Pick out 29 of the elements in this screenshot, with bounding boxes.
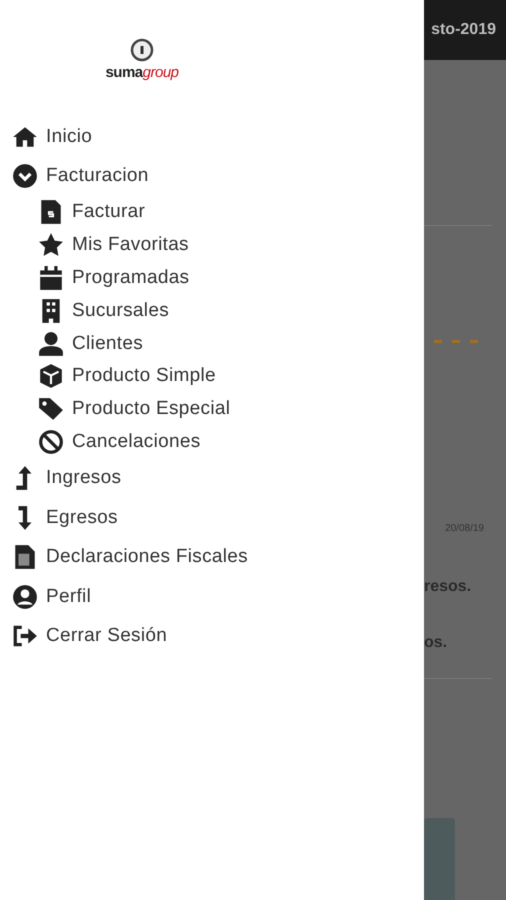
menu-item[interactable]: Inicio: [0, 117, 424, 156]
menu-item[interactable]: Perfil: [0, 576, 424, 616]
menu-item[interactable]: Ingresos: [0, 458, 424, 498]
submenu-item[interactable]: Sucursales: [0, 294, 424, 328]
box-icon: [38, 363, 64, 390]
tag-icon: [38, 396, 64, 422]
submenu-item[interactable]: Clientes: [0, 327, 424, 360]
sign-out-icon: [12, 623, 38, 650]
body-text: resos.: [424, 578, 472, 596]
brand-logo: sumagroup: [105, 64, 179, 81]
user-circle-icon: [12, 584, 38, 610]
submenu-item[interactable]: Programadas: [0, 262, 424, 294]
submenu-item[interactable]: Producto Especial: [0, 392, 424, 426]
calendar-icon: [38, 264, 64, 291]
star-icon: [38, 232, 64, 258]
submenu-item[interactable]: Cancelaciones: [0, 426, 424, 458]
menu-item[interactable]: Cerrar Sesión: [0, 616, 424, 656]
submenu-item[interactable]: Mis Favoritas: [0, 228, 424, 262]
chevron-down-circle-icon: [12, 163, 38, 190]
body-text: os.: [424, 634, 448, 652]
menu-item[interactable]: Declaraciones Fiscales: [0, 537, 424, 577]
menu-item[interactable]: Egresos: [0, 498, 424, 538]
submenu-item[interactable]: Facturar: [0, 196, 424, 229]
logo-icon: [130, 38, 154, 62]
submenu-item[interactable]: Producto Simple: [0, 360, 424, 393]
ban-icon: [38, 428, 64, 455]
menu-group[interactable]: Facturacion: [0, 156, 424, 196]
header-title: sto-2019: [431, 21, 496, 39]
person-icon: [38, 330, 64, 357]
